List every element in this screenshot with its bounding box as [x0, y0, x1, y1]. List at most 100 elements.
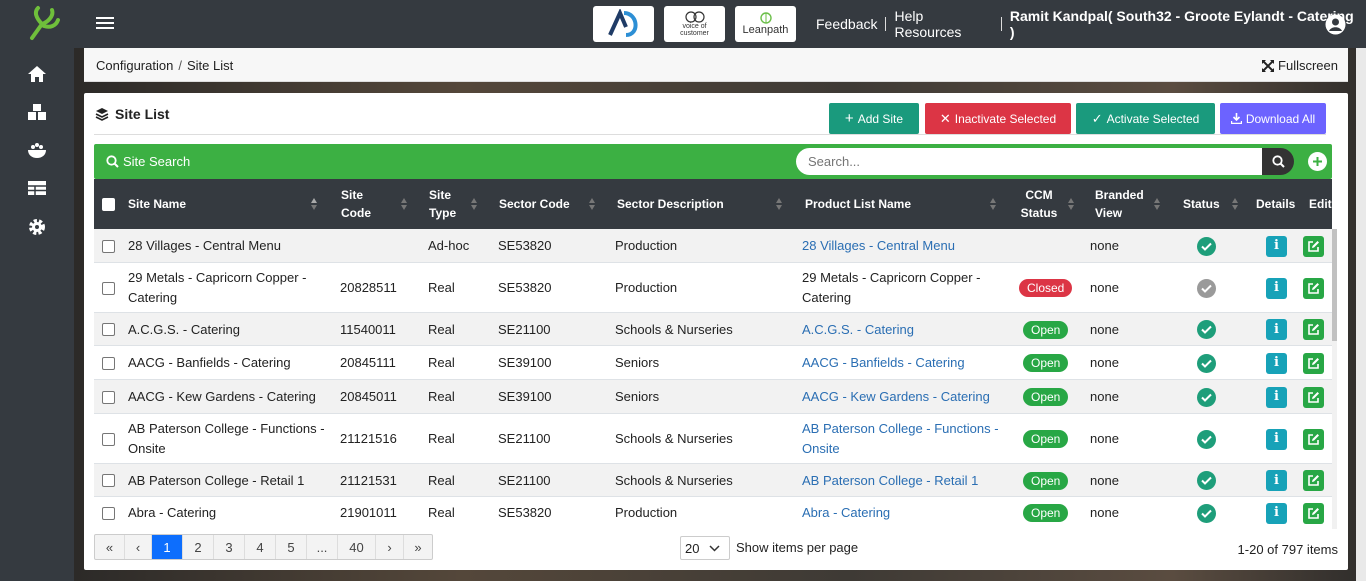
sort-icon[interactable]	[775, 196, 783, 212]
sort-icon[interactable]	[400, 196, 408, 212]
activate-selected-button[interactable]: ✓ Activate Selected	[1076, 103, 1215, 134]
advanced-search-toggle[interactable]	[1308, 152, 1327, 171]
cell-branded-view: none	[1090, 472, 1119, 488]
edit-button[interactable]	[1303, 352, 1324, 374]
fullscreen-button[interactable]: Fullscreen	[1262, 58, 1338, 73]
product-list-link[interactable]: AB Paterson College - Functions - Onsite	[802, 414, 1002, 464]
row-checkbox[interactable]	[102, 281, 115, 295]
edit-button[interactable]	[1303, 386, 1324, 408]
breadcrumb-configuration[interactable]: Configuration	[96, 58, 173, 73]
site-search-text: Site Search	[123, 154, 191, 169]
home-icon[interactable]	[26, 63, 48, 85]
row-checkbox[interactable]	[102, 390, 115, 404]
col-product-list-name[interactable]: Product List Name	[805, 179, 911, 229]
edit-button[interactable]	[1303, 470, 1324, 491]
product-list-link[interactable]: Abra - Catering	[802, 497, 1002, 529]
sort-icon[interactable]	[470, 196, 478, 212]
page-scrollbar[interactable]	[1356, 48, 1366, 581]
details-button[interactable]: i	[1266, 502, 1287, 524]
col-site-type[interactable]: Site Type	[429, 179, 469, 229]
cell-site-code: 21121531	[340, 472, 397, 488]
sort-icon[interactable]	[1231, 196, 1239, 212]
cell-branded-view: none	[1090, 355, 1119, 370]
user-name[interactable]: Ramit Kandpal( South32 - Groote Eylandt …	[1002, 8, 1366, 40]
table-row: AACG - Kew Gardens - Catering 20845011 R…	[94, 380, 1332, 414]
edit-button[interactable]	[1303, 428, 1324, 450]
ccm-status-badge: Open	[1023, 471, 1069, 490]
product-list-link[interactable]: A.C.G.S. - Catering	[802, 313, 1002, 346]
details-button[interactable]: i	[1266, 352, 1287, 374]
details-button[interactable]: i	[1266, 235, 1287, 257]
page-button-4[interactable]: 4	[245, 535, 276, 559]
search-input[interactable]	[796, 148, 1262, 175]
app-logo-icon[interactable]	[22, 4, 60, 42]
page-button-1[interactable]: 1	[152, 535, 183, 559]
page-button-40[interactable]: 40	[338, 535, 376, 559]
menu-toggle-icon[interactable]	[96, 14, 114, 34]
row-checkbox[interactable]	[102, 239, 115, 253]
details-button[interactable]: i	[1266, 319, 1287, 340]
page-button-2[interactable]: 2	[183, 535, 214, 559]
row-checkbox[interactable]	[102, 432, 115, 446]
row-checkbox[interactable]	[102, 506, 115, 520]
download-all-button[interactable]: Download All	[1220, 103, 1326, 134]
page-button-5[interactable]: 5	[276, 535, 307, 559]
search-button[interactable]	[1262, 148, 1294, 175]
details-button[interactable]: i	[1266, 428, 1287, 450]
times-icon: ✕	[939, 110, 951, 126]
brand-voice-of-customer[interactable]: voice of customer	[664, 6, 725, 42]
page-button-3[interactable]: 3	[214, 535, 245, 559]
edit-button[interactable]	[1303, 277, 1324, 299]
sort-icon[interactable]	[1153, 196, 1161, 212]
row-checkbox[interactable]	[102, 356, 115, 370]
sort-icon[interactable]	[989, 196, 997, 212]
col-ccm-status[interactable]: CCM Status	[1018, 179, 1060, 229]
food-bowl-icon[interactable]	[26, 139, 48, 161]
prev-page-button[interactable]: ‹	[125, 535, 152, 559]
page-ellipsis[interactable]: ...	[307, 535, 338, 559]
gear-icon[interactable]	[26, 216, 48, 238]
boxes-icon[interactable]	[26, 101, 48, 123]
feedback-link[interactable]: Feedback	[808, 16, 885, 32]
col-sector-code[interactable]: Sector Code	[499, 179, 570, 229]
edit-button[interactable]	[1303, 235, 1324, 257]
details-button[interactable]: i	[1266, 277, 1287, 299]
cell-site-name: Abra - Catering	[128, 505, 217, 520]
edit-button[interactable]	[1303, 319, 1324, 340]
sort-icon[interactable]	[1067, 196, 1075, 212]
next-page-button[interactable]: ›	[376, 535, 404, 559]
product-list-link[interactable]: AB Paterson College - Retail 1	[802, 464, 1002, 497]
brand-leanpath[interactable]: Leanpath	[735, 6, 796, 42]
col-status[interactable]: Status	[1183, 179, 1220, 229]
cell-sector-description: Production	[615, 238, 678, 253]
product-list-link[interactable]: AACG - Kew Gardens - Catering	[802, 380, 1002, 414]
sort-icon[interactable]	[310, 196, 318, 212]
table-icon[interactable]	[26, 177, 48, 199]
row-checkbox[interactable]	[102, 323, 115, 336]
row-checkbox[interactable]	[102, 474, 115, 487]
breadcrumb-site-list: Site List	[186, 58, 234, 73]
sort-icon[interactable]	[588, 196, 596, 212]
col-site-code[interactable]: Site Code	[341, 179, 391, 229]
table-scrollbar-thumb[interactable]	[1332, 229, 1337, 341]
items-per-page-select[interactable]: 20	[680, 536, 730, 560]
col-sector-description[interactable]: Sector Description	[617, 179, 724, 229]
add-site-button[interactable]: + Add Site	[829, 103, 919, 134]
col-site-name[interactable]: Site Name	[128, 179, 186, 229]
edit-button[interactable]	[1303, 502, 1324, 524]
product-list-link[interactable]: 28 Villages - Central Menu	[802, 229, 1002, 263]
inactivate-selected-button[interactable]: ✕ Inactivate Selected	[925, 103, 1071, 134]
table-scrollbar[interactable]	[1332, 229, 1337, 529]
brand-ad-logo[interactable]	[593, 6, 654, 42]
details-button[interactable]: i	[1266, 470, 1287, 491]
leanpath-logo-icon	[759, 12, 772, 24]
first-page-button[interactable]: «	[95, 535, 125, 559]
select-all-checkbox[interactable]	[102, 197, 115, 211]
user-avatar-icon[interactable]	[1325, 14, 1346, 35]
product-list-link[interactable]: AACG - Banfields - Catering	[802, 346, 1002, 380]
col-branded-view[interactable]: Branded View	[1095, 179, 1150, 229]
last-page-button[interactable]: »	[404, 535, 432, 559]
help-resources-link[interactable]: Help Resources	[886, 8, 1000, 40]
details-button[interactable]: i	[1266, 386, 1287, 408]
cell-sector-code: SE53820	[498, 238, 552, 253]
